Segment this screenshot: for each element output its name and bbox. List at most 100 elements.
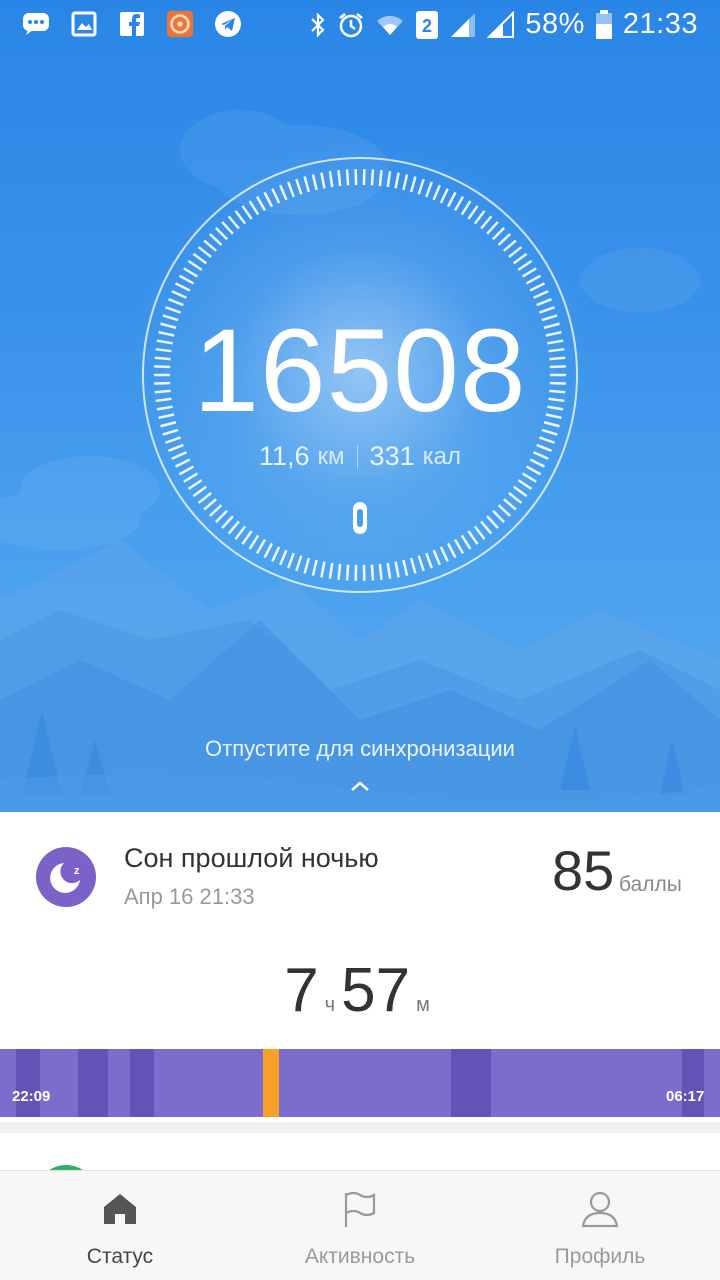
ring-tick xyxy=(311,174,318,191)
ring-tick xyxy=(521,267,537,278)
tab-activity-label: Активность xyxy=(304,1245,416,1268)
ring-tick xyxy=(473,210,486,225)
ring-tick xyxy=(394,561,400,578)
sleep-end-time: 06:17 xyxy=(666,1088,705,1105)
ring-tick xyxy=(467,205,479,220)
ring-tick xyxy=(386,171,392,188)
ring-tick xyxy=(425,552,433,569)
ring-tick xyxy=(255,195,267,212)
sleep-minutes: 57 xyxy=(341,956,411,1025)
ring-tick xyxy=(497,504,512,517)
sleep-score: 85 xyxy=(552,839,615,902)
ring-tick xyxy=(467,530,479,545)
tab-activity[interactable]: Активность xyxy=(240,1171,480,1280)
ring-tick xyxy=(203,239,217,252)
ring-tick xyxy=(409,176,417,193)
ring-tick xyxy=(192,485,208,498)
ring-tick xyxy=(480,520,493,535)
ring-tick xyxy=(311,559,318,576)
ring-tick xyxy=(517,259,533,271)
awake-segment xyxy=(263,1049,279,1117)
ring-tick xyxy=(328,562,334,579)
distance-unit: км xyxy=(317,442,345,470)
ring-tick xyxy=(446,191,457,208)
sync-hint[interactable]: Отпустите для синхронизации xyxy=(0,736,720,762)
ring-tick xyxy=(492,226,506,241)
ring-tick xyxy=(168,298,184,307)
sleep-hours: 7 xyxy=(284,956,319,1025)
ring-tick xyxy=(279,184,288,201)
metric-divider xyxy=(356,444,358,469)
svg-text:z: z xyxy=(74,865,80,877)
ring-tick xyxy=(227,520,240,535)
ring-tick xyxy=(417,555,425,572)
tab-status-label: Статус xyxy=(86,1245,154,1268)
ring-tick xyxy=(460,534,472,550)
ring-tick xyxy=(460,200,472,216)
calories-unit: кал xyxy=(422,442,461,470)
ring-tick xyxy=(328,171,334,188)
ring-tick xyxy=(263,542,274,559)
ring-tick xyxy=(255,538,267,555)
step-count: 16508 xyxy=(193,305,527,437)
ring-tick xyxy=(409,557,417,574)
distance-value: 11,6 xyxy=(259,441,310,471)
ring-tick xyxy=(178,274,195,285)
ring-tick xyxy=(320,172,326,189)
gallery-icon xyxy=(70,10,98,38)
ring-tick xyxy=(533,290,549,299)
messages-icon xyxy=(22,10,50,38)
signal-icon xyxy=(451,12,476,37)
bluetooth-icon xyxy=(311,11,325,38)
facebook-icon xyxy=(118,10,146,38)
ring-tick xyxy=(529,282,546,292)
sleep-minutes-unit: м xyxy=(416,994,430,1016)
notification-icons xyxy=(22,10,242,38)
hero-metrics: 11,6 км 331 кал xyxy=(0,441,720,472)
ring-tick xyxy=(221,221,234,235)
tab-status[interactable]: Статус xyxy=(0,1171,240,1280)
ring-tick xyxy=(508,246,523,258)
ring-tick xyxy=(192,252,208,265)
ring-tick xyxy=(162,428,179,436)
ring-tick xyxy=(497,233,512,246)
sim-icon: 2 xyxy=(416,10,439,39)
ring-tick xyxy=(279,549,288,566)
ring-tick xyxy=(446,542,457,559)
sleep-timeline[interactable] xyxy=(0,1049,720,1117)
sleep-start-time: 22:09 xyxy=(12,1088,51,1105)
profile-icon xyxy=(581,1191,619,1228)
ring-tick xyxy=(295,555,303,572)
ring-tick xyxy=(486,221,499,235)
battery-percent: 58% xyxy=(525,8,585,40)
ring-tick xyxy=(234,525,247,540)
ring-tick xyxy=(480,215,493,230)
deep-sleep-segment xyxy=(78,1049,108,1117)
ring-tick xyxy=(271,188,281,204)
ring-tick xyxy=(370,564,375,581)
app-icon xyxy=(166,10,194,38)
ring-tick xyxy=(370,169,375,186)
ring-tick xyxy=(263,191,274,208)
ring-tick xyxy=(473,525,486,540)
ring-tick xyxy=(287,181,295,198)
ring-tick xyxy=(171,290,187,299)
ring-tick xyxy=(503,498,517,511)
alarm-icon xyxy=(339,12,364,37)
ring-tick xyxy=(295,178,303,195)
signal2-icon xyxy=(487,10,515,38)
ring-tick xyxy=(432,549,441,566)
ring-tick xyxy=(512,252,528,265)
ring-tick xyxy=(386,562,392,579)
ring-tick xyxy=(174,282,191,292)
ring-tick xyxy=(337,563,342,581)
ring-tick xyxy=(214,509,228,524)
ring-tick xyxy=(536,298,552,307)
wifi-icon xyxy=(377,15,404,35)
ring-tick xyxy=(402,559,409,576)
ring-tick xyxy=(221,515,234,529)
ring-tick xyxy=(197,246,212,258)
chevron-up-icon[interactable] xyxy=(348,778,372,794)
ring-tick xyxy=(345,169,350,186)
tab-profile[interactable]: Профиль xyxy=(480,1171,720,1280)
